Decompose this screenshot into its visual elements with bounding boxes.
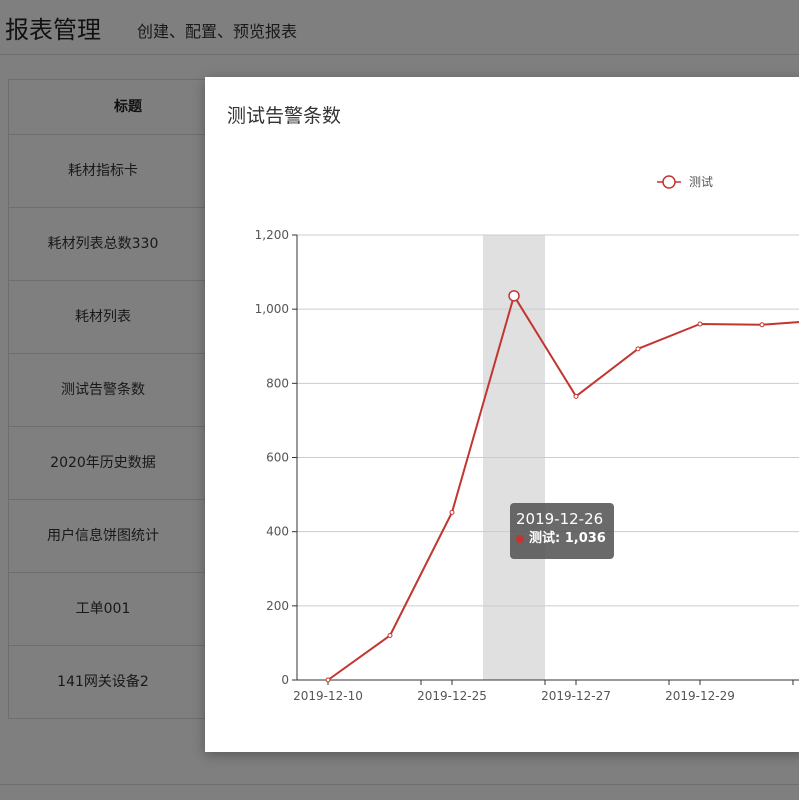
data-point	[759, 322, 765, 328]
legend-marker-icon	[662, 175, 676, 189]
y-tick-label: 800	[266, 376, 289, 390]
data-point	[449, 509, 455, 515]
x-tick-label: 2019-12-29	[665, 689, 735, 703]
series-line-测试	[327, 294, 799, 681]
tooltip-row: 测试: 1,036	[516, 528, 608, 550]
legend-label: 测试	[689, 174, 713, 189]
line-chart: 0 200 400 600 800 1,000 1,200 2019-12-10 2019-12…	[255, 174, 799, 703]
chart-preview-modal: 测试告警条数 0 200 400 600 800 1,000 1,200 2019-12-10…	[205, 77, 799, 752]
data-point	[325, 677, 331, 683]
chart-tooltip: 2019-12-26 测试: 1,036	[510, 503, 614, 559]
y-tick-label: 400	[266, 525, 289, 539]
x-tick-label: 2019-12-25	[417, 689, 487, 703]
y-tick-label: 1,200	[255, 228, 289, 242]
series-dot-icon	[516, 534, 524, 543]
y-tick-label: 600	[266, 451, 289, 465]
tooltip-date: 2019-12-26	[516, 510, 604, 528]
data-point	[697, 321, 703, 327]
x-tick-label: 2019-12-27	[541, 689, 611, 703]
x-tick-label: 2019-12-10	[293, 689, 363, 703]
data-point	[508, 290, 520, 302]
y-tick-label: 200	[266, 599, 289, 613]
data-point	[387, 633, 393, 638]
data-point	[573, 393, 579, 399]
tooltip-value: 测试: 1,036	[529, 531, 606, 546]
y-tick-label: 0	[281, 673, 289, 687]
y-tick-label: 1,000	[255, 302, 289, 316]
data-point	[635, 346, 641, 352]
